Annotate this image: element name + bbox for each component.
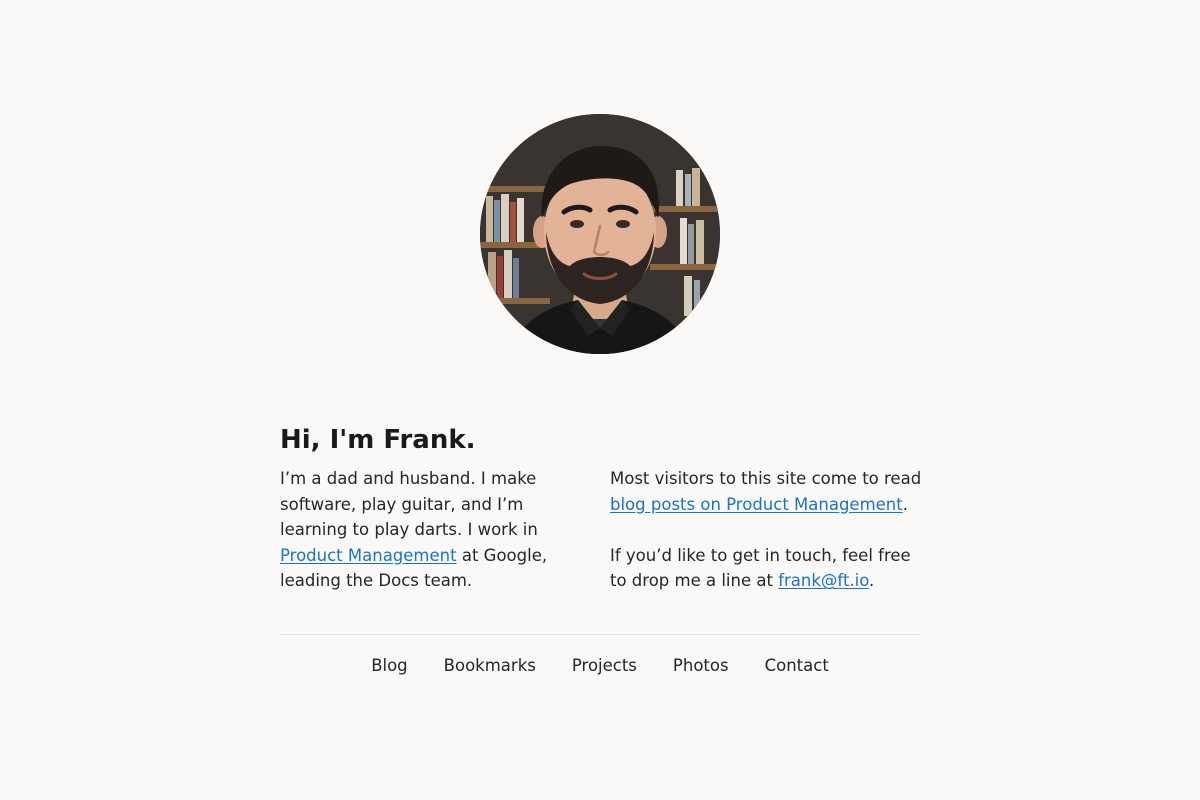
page-title: Hi, I'm Frank. [280, 425, 476, 455]
blog-posts-link[interactable]: blog posts on Product Management [610, 495, 903, 514]
page: Hi, I'm Frank. I’m a dad and husband. I … [0, 0, 1200, 800]
avatar [480, 114, 720, 354]
contact-paragraph: If you’d like to get in touch, feel free… [610, 543, 930, 594]
avatar-image [480, 114, 720, 354]
intro-right: Most visitors to this site come to read … [610, 466, 930, 594]
contact-text-after: . [869, 571, 875, 590]
nav-item-contact[interactable]: Contact [765, 652, 829, 680]
visitors-paragraph: Most visitors to this site come to read … [610, 466, 930, 517]
intro-left: I’m a dad and husband. I make software, … [280, 466, 592, 594]
nav-item-bookmarks[interactable]: Bookmarks [444, 652, 536, 680]
visitors-text-after: . [902, 494, 908, 514]
intro-text-before: I’m a dad and husband. I make software, … [280, 469, 538, 539]
nav-item-blog[interactable]: Blog [371, 652, 407, 680]
footer-nav: Blog Bookmarks Projects Photos Contact [280, 652, 920, 680]
nav-item-photos[interactable]: Photos [673, 652, 729, 680]
email-link[interactable]: frank@ft.io [778, 571, 869, 590]
footer-divider [280, 634, 920, 635]
intro-paragraph: I’m a dad and husband. I make software, … [280, 466, 592, 594]
nav-item-projects[interactable]: Projects [572, 652, 637, 680]
product-management-link[interactable]: Product Management [280, 546, 457, 565]
visitors-text-before: Most visitors to this site come to read [610, 469, 922, 488]
